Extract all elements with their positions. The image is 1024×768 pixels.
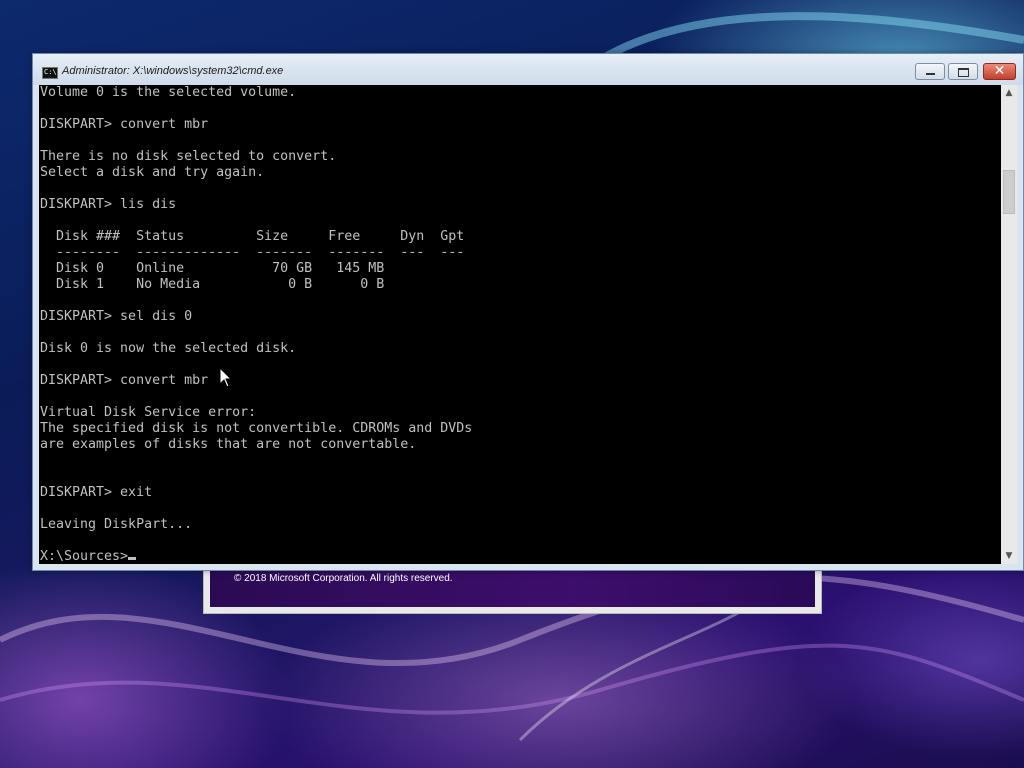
minimize-button[interactable] [915,63,945,80]
setup-copyright: © 2018 Microsoft Corporation. All rights… [234,573,453,584]
console-icon[interactable]: C:\ [42,67,58,79]
cmd-window[interactable]: C:\ Administrator: X:\windows\system32\c… [32,53,1024,571]
scroll-down-icon[interactable]: ▼ [1001,548,1017,564]
vertical-scrollbar[interactable]: ▲ ▼ [1001,85,1017,564]
minimize-icon [926,73,935,75]
close-icon: ✕ [993,63,1006,79]
scroll-up-icon[interactable]: ▲ [1001,85,1017,101]
scroll-thumb[interactable] [1003,170,1015,214]
maximize-button[interactable] [948,63,978,80]
console-icon-label: C:\ [44,68,57,76]
mouse-pointer-icon [219,367,233,388]
console-output[interactable]: Volume 0 is the selected volume. DISKPAR… [39,85,1001,564]
title-bar[interactable]: C:\ Administrator: X:\windows\system32\c… [33,54,1023,85]
text-cursor [128,557,136,560]
window-title: Administrator: X:\windows\system32\cmd.e… [62,65,284,77]
console-text: Volume 0 is the selected volume. DISKPAR… [40,85,473,564]
close-button[interactable]: ✕ [983,63,1016,80]
maximize-icon [958,68,969,77]
